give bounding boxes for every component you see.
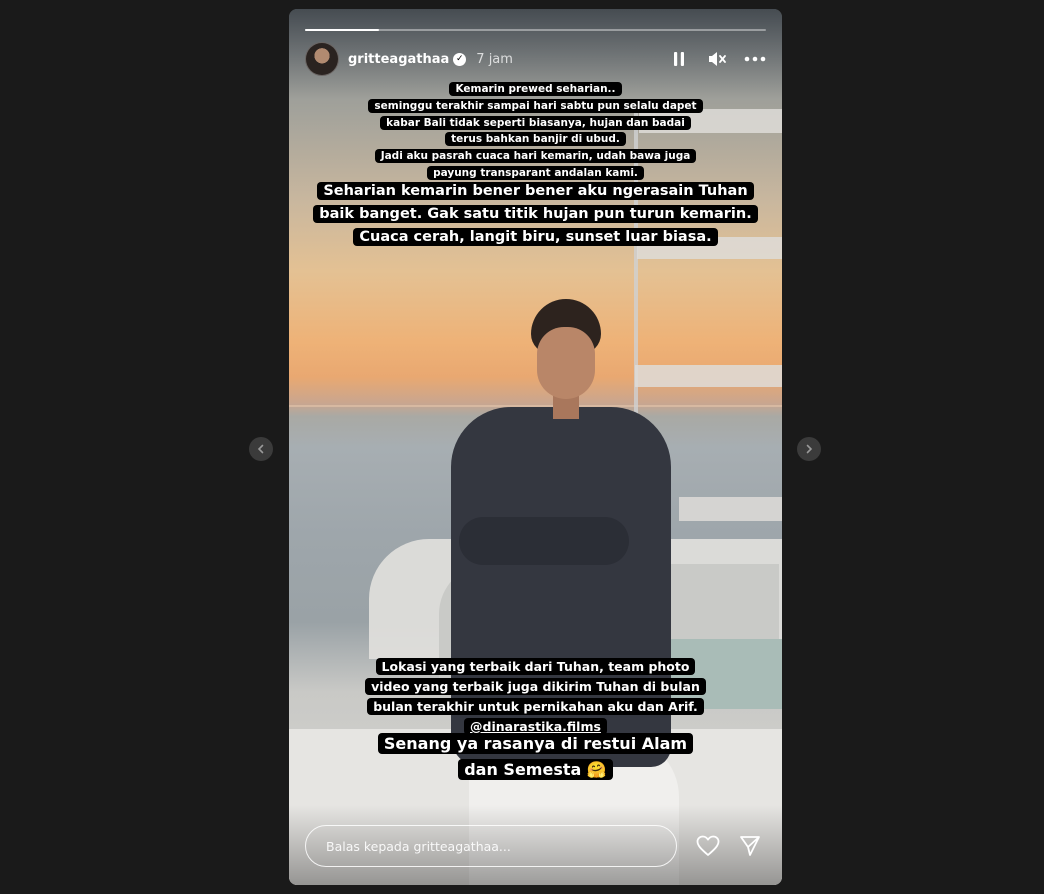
story-progress-fill (305, 29, 379, 31)
caption-intro: Kemarin prewed seharian.. seminggu terak… (289, 81, 782, 182)
previous-story-button[interactable] (249, 437, 273, 461)
more-icon (744, 56, 766, 62)
avatar[interactable] (305, 42, 339, 76)
caption-line: video yang terbaik juga dikirim Tuhan di… (365, 678, 706, 695)
caption-line: seminggu terakhir sampai hari sabtu pun … (368, 98, 703, 113)
person-figure (449, 297, 679, 885)
caption-line: kabar Bali tidak seperti biasanya, hujan… (380, 115, 691, 130)
more-options-button[interactable] (744, 48, 766, 70)
pause-icon (674, 52, 684, 66)
caption-line: Kemarin prewed seharian.. (449, 82, 622, 96)
story-progress-bar (305, 29, 766, 31)
caption-line: payung transparant andalan kami. (427, 165, 644, 180)
share-button[interactable] (737, 833, 763, 859)
chevron-right-icon (806, 444, 813, 454)
verified-badge-icon: ✓ (453, 52, 467, 66)
reply-bar (305, 824, 766, 868)
caption-line: bulan terakhir untuk pernikahan aku dan … (367, 698, 704, 715)
next-story-button[interactable] (797, 437, 821, 461)
story-header: gritteagathaa ✓ 7 jam (305, 42, 766, 76)
caption-closing: Senang ya rasanya di restui Alam dan Sem… (289, 731, 782, 782)
caption-highlight: Seharian kemarin bener bener aku ngerasa… (289, 180, 782, 250)
story-viewer[interactable]: gritteagathaa ✓ 7 jam Kemarin prewed seh… (289, 9, 782, 885)
caption-line: Lokasi yang terbaik dari Tuhan, team pho… (375, 658, 696, 675)
caption-location: Lokasi yang terbaik dari Tuhan, team pho… (289, 657, 782, 737)
caption-line: dan Semesta 🤗 (458, 758, 613, 780)
caption-line: Cuaca cerah, langit biru, sunset luar bi… (353, 228, 718, 247)
like-button[interactable] (695, 833, 721, 859)
mute-button[interactable] (706, 48, 728, 70)
heart-icon (696, 835, 720, 856)
caption-line: baik banget. Gak satu titik hujan pun tu… (313, 205, 758, 224)
reply-input[interactable] (305, 825, 677, 867)
pause-button[interactable] (668, 48, 690, 70)
caption-line: terus bahkan banjir di ubud. (445, 132, 626, 147)
caption-line: Seharian kemarin bener bener aku ngerasa… (317, 182, 754, 200)
chevron-left-icon (257, 444, 264, 454)
mute-icon (709, 52, 726, 66)
post-time: 7 jam (476, 51, 513, 67)
username[interactable]: gritteagathaa (348, 52, 449, 67)
caption-line: Jadi aku pasrah cuaca hari kemarin, udah… (374, 149, 697, 164)
send-icon (740, 836, 760, 856)
caption-line: Senang ya rasanya di restui Alam (377, 733, 694, 754)
